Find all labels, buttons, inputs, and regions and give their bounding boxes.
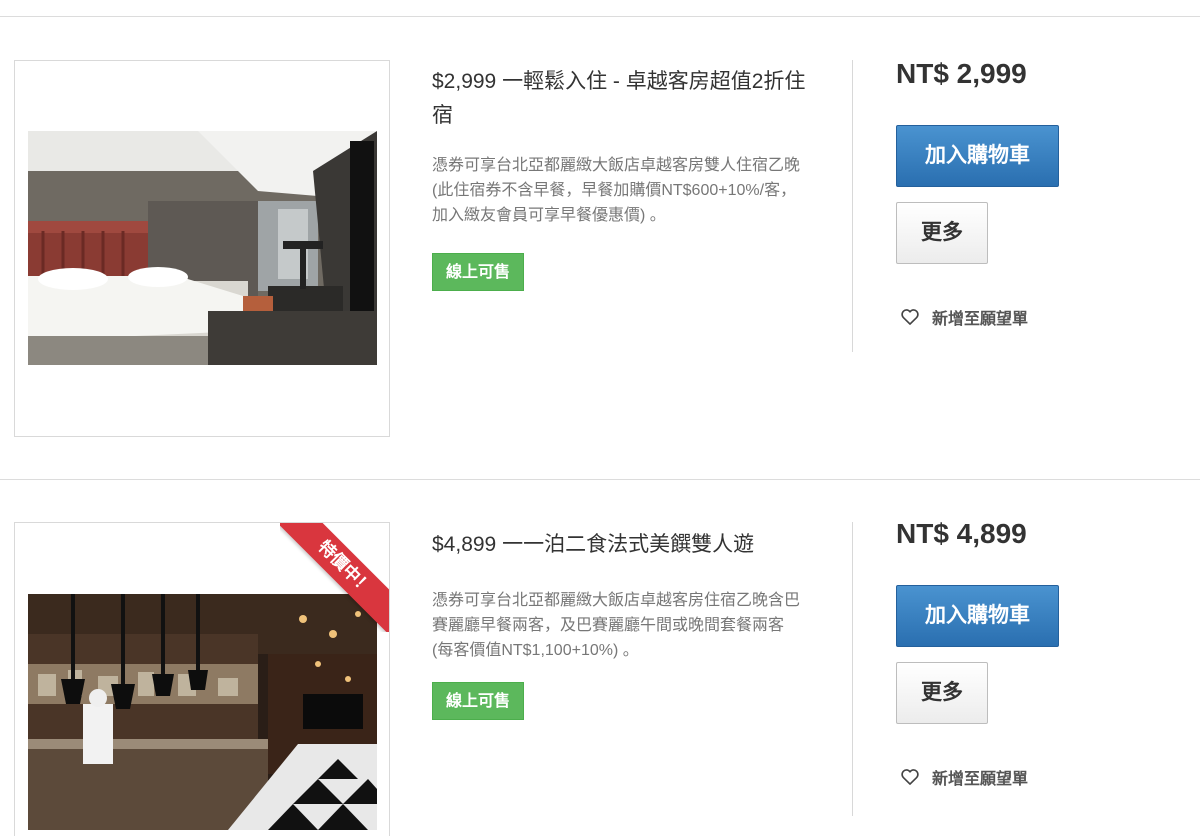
- heart-outline-icon: [901, 309, 919, 325]
- product-price: NT$ 4,899: [896, 518, 1027, 549]
- top-divider: [0, 16, 1200, 17]
- product-image-frame[interactable]: [14, 60, 390, 437]
- add-to-cart-button[interactable]: 加入購物車: [896, 125, 1059, 187]
- product-info: $4,899 一一泊二食法式美饌雙人遊 憑券可享台北亞都麗緻大飯店卓越客房住宿乙…: [432, 480, 812, 720]
- product-image-frame[interactable]: 特價中！: [14, 522, 390, 836]
- product-title[interactable]: $2,999 一輕鬆入住 - 卓越客房超值2折住宿: [432, 65, 812, 133]
- product-title[interactable]: $4,899 一一泊二食法式美饌雙人遊: [432, 528, 812, 562]
- product-photo-hotel-room[interactable]: [28, 131, 377, 365]
- wishlist-label: 新增至願望單: [932, 769, 1029, 788]
- product-description: 憑券可享台北亞都麗緻大飯店卓越客房住宿乙晚含巴賽麗廳早餐兩客，及巴賽麗廳午間或晚…: [432, 592, 801, 659]
- ribbon-container: 特價中！: [280, 523, 389, 632]
- add-to-cart-button[interactable]: 加入購物車: [896, 585, 1059, 647]
- purchase-panel: NT$ 4,899 加入購物車 更多 新增至願望單: [896, 520, 1196, 789]
- heart-outline-icon: [901, 769, 919, 785]
- wishlist-label: 新增至願望單: [932, 309, 1029, 328]
- product-card: 特價中！ $4,899 一一泊二食法式美饌雙人遊 憑券可享台北亞都麗緻大飯店卓越…: [0, 480, 1200, 836]
- column-divider: [852, 60, 853, 352]
- add-to-wishlist-link[interactable]: 新增至願望單: [900, 765, 1196, 789]
- product-price: NT$ 2,999: [896, 58, 1027, 89]
- product-info: $2,999 一輕鬆入住 - 卓越客房超值2折住宿 憑券可享台北亞都麗緻大飯店卓…: [432, 60, 812, 291]
- product-description: 憑券可享台北亞都麗緻大飯店卓越客房雙人住宿乙晚 (此住宿券不含早餐，早餐加購價N…: [432, 157, 801, 224]
- online-sale-badge: 線上可售: [432, 682, 525, 720]
- more-button[interactable]: 更多: [896, 202, 988, 264]
- product-card: $2,999 一輕鬆入住 - 卓越客房超值2折住宿 憑券可享台北亞都麗緻大飯店卓…: [0, 60, 1200, 480]
- add-to-wishlist-link[interactable]: 新增至願望單: [900, 305, 1196, 329]
- more-button[interactable]: 更多: [896, 662, 988, 724]
- purchase-panel: NT$ 2,999 加入購物車 更多 新增至願望單: [896, 60, 1196, 329]
- online-sale-badge: 線上可售: [432, 253, 525, 291]
- special-offer-ribbon: 特價中！: [280, 523, 389, 632]
- column-divider: [852, 522, 853, 816]
